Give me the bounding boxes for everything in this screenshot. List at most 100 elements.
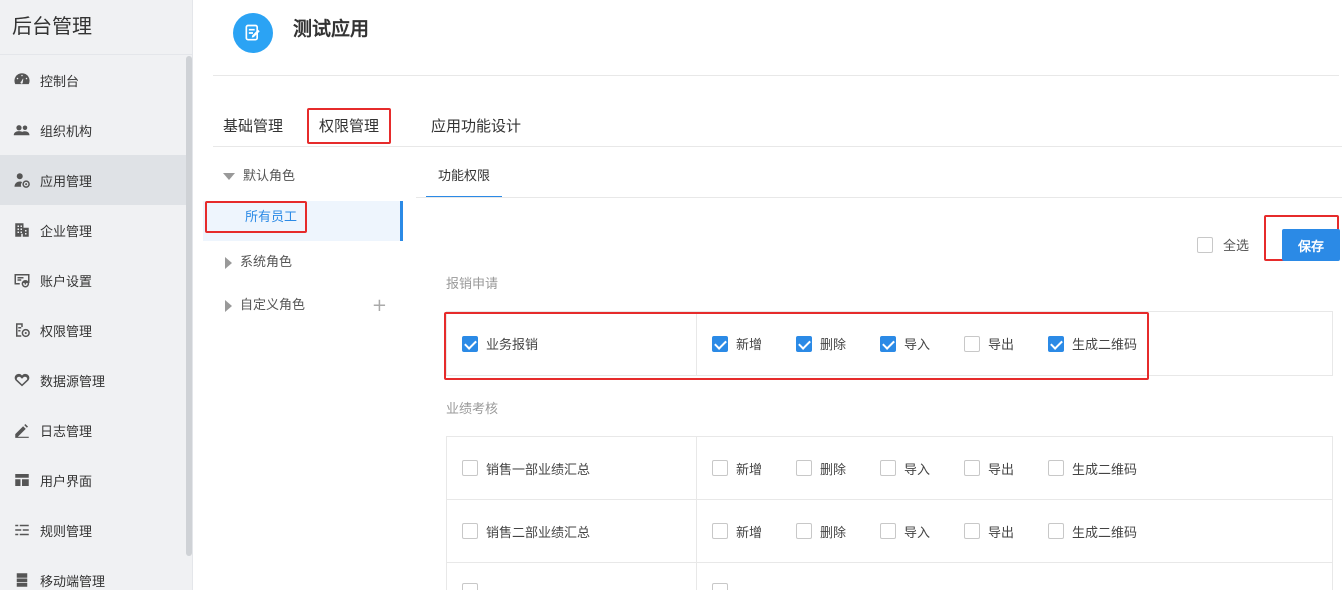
table-row: 销售一部业绩汇总 新增 删除 导入 导出 生成二维码 xyxy=(447,437,1332,500)
dashboard-icon xyxy=(12,70,32,90)
chevron-right-icon xyxy=(225,256,232,269)
op-add[interactable]: 新增 xyxy=(712,459,796,478)
op-checkbox[interactable] xyxy=(880,335,896,352)
sidebar-item-logs[interactable]: 日志管理 xyxy=(0,405,192,455)
select-all-label: 全选 xyxy=(1223,239,1250,254)
sidebar-item-account[interactable]: 账户设置 xyxy=(0,255,192,305)
op-checkbox[interactable] xyxy=(796,523,812,539)
role-item-label: 所有员工 xyxy=(205,201,308,233)
sidebar-item-rules[interactable]: 规则管理 xyxy=(0,505,192,555)
app-settings-icon xyxy=(12,170,32,190)
op-import[interactable]: 导入 xyxy=(880,522,964,541)
table-row: 业务报销 新增 删除 导入 导出 生成二维码 xyxy=(447,312,1332,375)
sidebar-item-enterprise[interactable]: 企业管理 xyxy=(0,205,192,255)
sidebar-menu: 控制台 组织机构 应用管理 企业管理 账户设置 权限管理 数据源管理 日志管理 xyxy=(0,55,192,590)
op-label: 导入 xyxy=(904,338,931,353)
permission-icon xyxy=(12,320,32,340)
op-checkbox[interactable] xyxy=(712,335,728,352)
op-checkbox[interactable] xyxy=(880,523,896,539)
op-import[interactable]: 导入 xyxy=(880,459,964,478)
sidebar-item-mobile[interactable]: 移动端管理 xyxy=(0,555,192,590)
select-all[interactable]: 全选 xyxy=(1197,235,1249,254)
tab-basic[interactable]: 基础管理 xyxy=(213,108,293,145)
sidebar-item-label: 权限管理 xyxy=(40,324,93,340)
save-button[interactable]: 保存 xyxy=(1282,229,1340,261)
op-export[interactable]: 导出 xyxy=(964,459,1048,478)
op-label: 生成二维码 xyxy=(1072,525,1138,541)
op-label: 生成二维码 xyxy=(1072,462,1138,478)
row-name-cell xyxy=(447,563,697,590)
op-checkbox[interactable] xyxy=(964,523,980,539)
sidebar-scrollbar[interactable] xyxy=(186,56,192,556)
sidebar-item-label: 用户界面 xyxy=(40,474,93,490)
row-ops xyxy=(697,563,1332,590)
role-item-selected[interactable]: 所有员工 xyxy=(203,201,403,241)
account-settings-icon xyxy=(12,270,32,290)
sidebar-item-org[interactable]: 组织机构 xyxy=(0,105,192,155)
op-label: 生成二维码 xyxy=(1072,338,1138,353)
sidebar-item-label: 企业管理 xyxy=(40,224,93,240)
add-role-button[interactable]: + xyxy=(372,291,387,321)
row-checkbox[interactable] xyxy=(462,523,478,539)
sidebar-item-apps[interactable]: 应用管理 xyxy=(0,155,192,205)
row-checkbox[interactable] xyxy=(462,335,478,352)
row-checkbox[interactable] xyxy=(462,460,478,476)
sidebar-item-dashboard[interactable]: 控制台 xyxy=(0,55,192,105)
tab-permissions[interactable]: 权限管理 xyxy=(307,108,392,144)
tab-app-design[interactable]: 应用功能设计 xyxy=(421,108,531,145)
users-icon xyxy=(12,120,32,140)
row-ops: 新增 删除 导入 导出 生成二维码 xyxy=(697,437,1332,499)
op-delete[interactable]: 删除 xyxy=(796,334,880,353)
op-checkbox[interactable] xyxy=(712,523,728,539)
op-checkbox[interactable] xyxy=(1048,335,1064,352)
chevron-right-icon xyxy=(225,299,232,312)
op-export[interactable]: 导出 xyxy=(964,522,1048,541)
op-checkbox[interactable] xyxy=(964,335,980,352)
op-label: 删除 xyxy=(820,462,847,478)
log-icon xyxy=(12,420,32,440)
op-checkbox[interactable] xyxy=(796,335,812,352)
op-import[interactable]: 导入 xyxy=(880,334,964,353)
op-delete[interactable]: 删除 xyxy=(796,459,880,478)
datasource-icon xyxy=(12,370,32,390)
op-checkbox[interactable] xyxy=(712,460,728,476)
edit-icon xyxy=(233,13,273,53)
sidebar-item-label: 数据源管理 xyxy=(40,374,106,390)
op-label: 导入 xyxy=(904,525,931,541)
op-checkbox[interactable] xyxy=(712,583,728,590)
role-group-system[interactable]: 系统角色 xyxy=(203,248,403,278)
op-add[interactable]: 新增 xyxy=(712,522,796,541)
op-label: 新增 xyxy=(736,525,763,541)
op-add[interactable]: 新增 xyxy=(712,334,796,353)
op-checkbox[interactable] xyxy=(880,460,896,476)
divider xyxy=(416,197,1342,198)
op-delete[interactable]: 删除 xyxy=(796,522,880,541)
op-qrcode[interactable]: 生成二维码 xyxy=(1048,334,1158,353)
op-checkbox[interactable] xyxy=(796,460,812,476)
op-qrcode[interactable]: 生成二维码 xyxy=(1048,459,1158,478)
role-group-label: 自定义角色 xyxy=(240,298,306,313)
op-checkbox[interactable] xyxy=(1048,460,1064,476)
select-all-checkbox[interactable] xyxy=(1197,236,1213,253)
role-group-label: 系统角色 xyxy=(240,255,293,270)
role-group-default[interactable]: 默认角色 xyxy=(203,162,403,192)
op-qrcode[interactable]: 生成二维码 xyxy=(1048,522,1158,541)
sidebar-item-label: 组织机构 xyxy=(40,124,93,140)
layout-icon xyxy=(12,470,32,490)
tab-function-permissions[interactable]: 功能权限 xyxy=(426,160,502,198)
row-checkbox[interactable] xyxy=(462,583,478,590)
section-title: 业绩考核 xyxy=(446,402,499,417)
role-tree: 默认角色 所有员工 系统角色 自定义角色 + xyxy=(203,155,403,355)
op-checkbox[interactable] xyxy=(1048,523,1064,539)
op-export[interactable]: 导出 xyxy=(964,334,1048,353)
app-header: 测试应用 xyxy=(213,0,1339,76)
op-label: 导出 xyxy=(988,525,1015,541)
role-group-label: 默认角色 xyxy=(243,169,296,184)
save-highlight: 保存 xyxy=(1264,215,1340,261)
sidebar-item-permissions[interactable]: 权限管理 xyxy=(0,305,192,355)
sidebar-item-ui[interactable]: 用户界面 xyxy=(0,455,192,505)
role-group-custom[interactable]: 自定义角色 + xyxy=(203,291,403,321)
sidebar-item-datasource[interactable]: 数据源管理 xyxy=(0,355,192,405)
op-checkbox[interactable] xyxy=(964,460,980,476)
mobile-icon xyxy=(12,570,32,590)
